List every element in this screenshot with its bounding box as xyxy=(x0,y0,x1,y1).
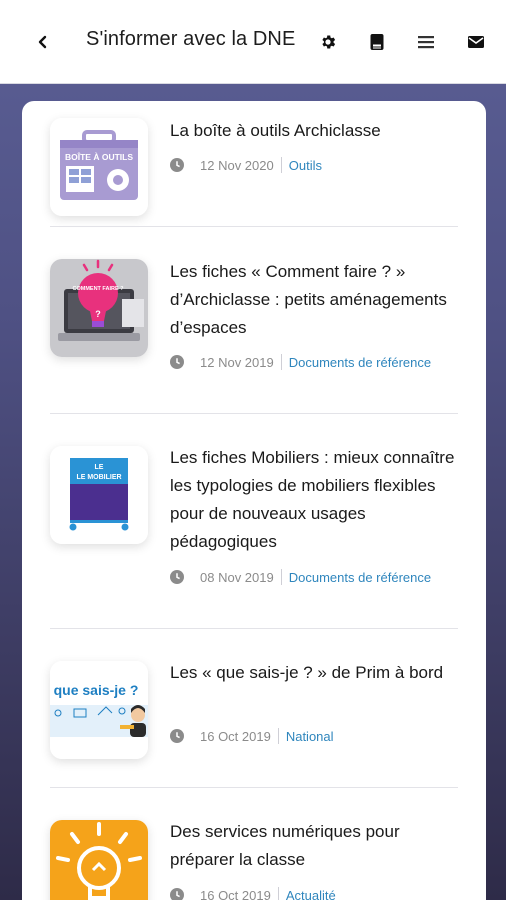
clock-icon xyxy=(170,729,184,743)
clock-icon xyxy=(170,158,184,172)
article-title[interactable]: Des services numériques pour préparer la… xyxy=(170,818,460,874)
mail-icon[interactable] xyxy=(464,30,488,54)
article-category-link[interactable]: Actualité xyxy=(286,888,336,900)
article-meta: 08 Nov 2019 Documents de référence xyxy=(170,567,431,587)
meta-separator xyxy=(280,157,282,173)
article-category-link[interactable]: Documents de référence xyxy=(289,355,431,370)
article-meta: 16 Oct 2019 Actualité xyxy=(170,885,336,900)
clock-icon xyxy=(170,355,184,369)
back-arrow-icon[interactable] xyxy=(30,28,56,56)
thumbnail-que-sais-je: que sais-je ? xyxy=(50,661,148,759)
meta-separator xyxy=(280,569,282,585)
divider xyxy=(50,628,458,629)
article-title[interactable]: La boîte à outils Archiclasse xyxy=(170,117,460,145)
article-category-link[interactable]: Outils xyxy=(289,158,322,173)
article-title[interactable]: Les fiches « Comment faire ? » d’Archicl… xyxy=(170,258,460,342)
app-bar: S'informer avec la DNE xyxy=(0,0,506,84)
articles-card: BOÎTE À OUTILS La boîte à outils Archicl… xyxy=(22,101,486,900)
article-title[interactable]: Les « que sais-je ? » de Prim à bord xyxy=(170,659,460,687)
thumbnail-text: que sais-je ? xyxy=(54,682,139,698)
page-title: S'informer avec la DNE xyxy=(86,28,296,50)
svg-text:LE: LE xyxy=(95,464,104,471)
article-meta: 16 Oct 2019 National xyxy=(170,726,334,746)
svg-text:?: ? xyxy=(95,309,101,319)
article-date: 16 Oct 2019 xyxy=(200,728,271,744)
thumbnail-comment-faire: COMMENT FAIRE ? ? xyxy=(50,259,148,357)
thumbnail-text: LE MOBILIER xyxy=(76,474,121,481)
gear-icon[interactable] xyxy=(316,30,340,54)
clock-icon xyxy=(170,570,184,584)
menu-icon[interactable] xyxy=(414,30,438,54)
thumbnail-lightbulb xyxy=(50,820,148,900)
article-date: 16 Oct 2019 xyxy=(200,887,271,900)
meta-separator xyxy=(280,354,282,370)
thumbnail-text: COMMENT FAIRE ? xyxy=(72,286,124,292)
book-icon[interactable] xyxy=(365,30,389,54)
article-date: 08 Nov 2019 xyxy=(200,569,274,585)
clock-icon xyxy=(170,888,184,900)
article-category-link[interactable]: Documents de référence xyxy=(289,570,431,585)
article-title[interactable]: Les fiches Mobiliers : mieux connaître l… xyxy=(170,444,460,556)
meta-separator xyxy=(277,728,279,744)
meta-separator xyxy=(277,887,279,900)
article-meta: 12 Nov 2020 Outils xyxy=(170,155,322,175)
article-date: 12 Nov 2020 xyxy=(200,157,274,173)
thumbnail-text: BOÎTE À OUTILS xyxy=(65,151,133,162)
thumbnail-mobilier: LE LE MOBILIER xyxy=(50,446,148,544)
article-date: 12 Nov 2019 xyxy=(200,354,274,370)
article-meta: 12 Nov 2019 Documents de référence xyxy=(170,352,431,372)
divider xyxy=(50,413,458,414)
thumbnail-toolbox: BOÎTE À OUTILS xyxy=(50,118,148,216)
divider xyxy=(50,226,458,227)
divider xyxy=(50,787,458,788)
article-category-link[interactable]: National xyxy=(286,729,334,744)
